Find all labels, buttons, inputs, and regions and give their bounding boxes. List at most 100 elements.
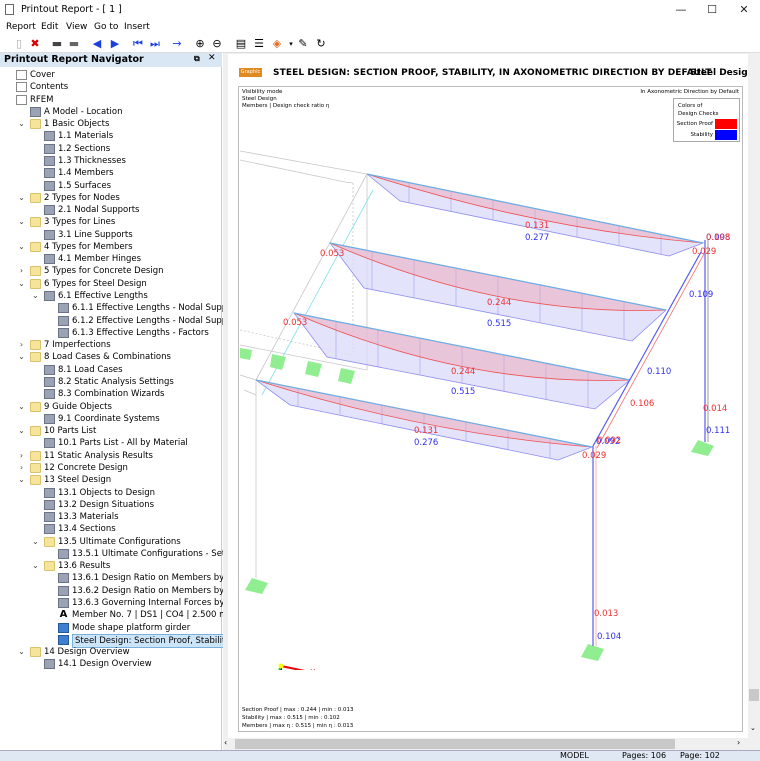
tree-item[interactable]: ⌄ 13.6 Results (0, 560, 222, 572)
chevron-right-icon[interactable]: › (17, 339, 26, 351)
chevron-right-icon[interactable]: › (17, 265, 26, 277)
refresh-icon[interactable]: ↻ (314, 37, 328, 51)
tree-item[interactable]: 10.1 Parts List - All by Material (0, 437, 222, 449)
chevron-down-icon[interactable]: ⌄ (17, 241, 26, 253)
tree-item[interactable]: 13.6.1 Design Ratio on Members by Sectio… (0, 572, 258, 584)
vertical-scrollbar[interactable]: ⌄ (748, 54, 760, 738)
scroll-thumb[interactable] (749, 689, 759, 701)
previous-icon[interactable]: ◀ (90, 37, 104, 51)
tree-item[interactable]: Mode shape platform girder (0, 622, 222, 634)
tree-item[interactable]: › 5 Types for Concrete Design (0, 265, 222, 277)
tree-item[interactable]: ⌄ 14 Design Overview (0, 646, 222, 658)
chevron-down-icon[interactable]: ⌄ (17, 192, 26, 204)
tree-item[interactable]: 4.1 Member Hinges (0, 253, 222, 265)
info-line: Members | Design check ratio η (242, 103, 330, 109)
tree-item[interactable]: 13.3 Materials (0, 511, 222, 523)
scroll-right-icon[interactable]: › (737, 738, 740, 747)
tree-item[interactable]: 1.4 Members (0, 167, 222, 179)
page-layout-icon[interactable]: ▤ (234, 37, 248, 51)
chevron-down-icon[interactable]: ⌄ (17, 401, 26, 413)
next-icon[interactable]: ▶ (108, 37, 122, 51)
tree-item[interactable]: 9.1 Coordinate Systems (0, 413, 222, 425)
tree-item[interactable]: 13.4 Sections (0, 523, 222, 535)
tree-item[interactable]: 6.1.1 Effective Lengths - Nodal Supports (0, 302, 244, 314)
header-settings-icon[interactable]: ☰ (252, 37, 266, 51)
chevron-down-icon[interactable]: ⌄ (31, 560, 40, 572)
tree-item[interactable]: Steel Design: Section Proof, Stability, … (0, 633, 264, 648)
print-icon[interactable]: ▬ (50, 37, 64, 51)
chevron-down-icon[interactable]: ⌄ (17, 425, 26, 437)
tree-item[interactable]: 13.1 Objects to Design (0, 487, 222, 499)
tree-item[interactable]: 6.1.3 Effective Lengths - Factors (0, 327, 222, 339)
chevron-right-icon[interactable]: › (17, 450, 26, 462)
minimize-icon[interactable]: — (674, 3, 688, 17)
chevron-down-icon[interactable]: ⌄ (17, 216, 26, 228)
scroll-left-icon[interactable]: ‹ (224, 738, 227, 747)
tree-item[interactable]: 1.3 Thicknesses (0, 155, 222, 167)
horizontal-scrollbar[interactable]: ‹ › (223, 738, 748, 750)
tree-item[interactable]: Cover (0, 69, 222, 81)
zoom-out-icon[interactable]: ⊖ (210, 37, 224, 51)
tree-item[interactable]: 1.5 Surfaces (0, 180, 222, 192)
maximize-icon[interactable]: ☐ (705, 3, 719, 17)
tree-item[interactable]: 8.2 Static Analysis Settings (0, 376, 222, 388)
tree-item[interactable]: ⌄ 10 Parts List (0, 425, 222, 437)
tree-item[interactable]: RFEM (0, 94, 222, 106)
tree-item[interactable]: 1.1 Materials (0, 130, 222, 142)
tree-item[interactable]: 1.2 Sections (0, 143, 222, 155)
menu-view[interactable]: View (66, 22, 87, 32)
close-navigator-icon[interactable]: ✕ (208, 53, 216, 63)
selection-icon[interactable]: ◈ (270, 37, 284, 51)
zoom-in-icon[interactable]: ⊕ (193, 37, 207, 51)
tree-item[interactable]: A Member No. 7 | DS1 | CO4 | 2.500 m | ST… (0, 609, 260, 621)
float-icon[interactable]: ⧉ (194, 54, 200, 64)
tree-item[interactable]: › 12 Concrete Design (0, 462, 222, 474)
chevron-down-icon[interactable]: ⌄ (17, 278, 26, 290)
tree-item[interactable]: 13.5.1 Ultimate Configurations - Setting… (0, 548, 246, 560)
new-page-icon[interactable]: ▯ (12, 37, 26, 51)
chevron-down-icon[interactable]: ⌄ (17, 646, 26, 658)
scroll-down-icon[interactable]: ⌄ (750, 724, 756, 732)
tree-item[interactable]: 14.1 Design Overview (0, 658, 222, 670)
tree-item[interactable]: › 7 Imperfections (0, 339, 222, 351)
menu-insert[interactable]: Insert (124, 22, 150, 32)
tree-item[interactable]: ⌄ 3 Types for Lines (0, 216, 222, 228)
tree-item[interactable]: ⌄ 8 Load Cases & Combinations (0, 351, 222, 363)
chevron-down-icon[interactable]: ⌄ (17, 474, 26, 486)
tree-item[interactable]: 8.1 Load Cases (0, 364, 222, 376)
tree-item[interactable]: Contents (0, 81, 222, 93)
go-to-page-icon[interactable]: → (170, 37, 184, 51)
tree-item[interactable]: ⌄ 6.1 Effective Lengths (0, 290, 222, 302)
menu-go-to[interactable]: Go to (94, 22, 118, 32)
tree-item[interactable]: 13.6.2 Design Ratio on Members by Member (0, 585, 262, 597)
tree-item[interactable]: ⌄ 9 Guide Objects (0, 401, 222, 413)
chevron-down-icon[interactable]: ⌄ (31, 536, 40, 548)
tree-item[interactable]: 8.3 Combination Wizards (0, 388, 222, 400)
last-icon[interactable]: ⏭ (148, 37, 162, 51)
tree-item[interactable]: 13.2 Design Situations (0, 499, 222, 511)
tree-item[interactable]: › 11 Static Analysis Results (0, 450, 222, 462)
menu-edit[interactable]: Edit (41, 22, 58, 32)
chevron-down-icon[interactable]: ⌄ (31, 290, 40, 302)
delete-page-icon[interactable]: ✖ (28, 37, 42, 51)
tree-item[interactable]: ⌄ 13 Steel Design (0, 474, 222, 486)
tree-item[interactable]: ⌄ 4 Types for Members (0, 241, 222, 253)
tree-item[interactable]: ⌄ 1 Basic Objects (0, 118, 222, 130)
chevron-down-icon[interactable]: ⌄ (17, 118, 26, 130)
tree-item[interactable]: A Model - Location (0, 106, 222, 118)
tree-item[interactable]: ⌄ 6 Types for Steel Design (0, 278, 222, 290)
tree-item[interactable]: 3.1 Line Supports (0, 229, 222, 241)
print-preview-icon[interactable]: ▬ (67, 37, 81, 51)
tree-item[interactable]: ⌄ 13.5 Ultimate Configurations (0, 536, 222, 548)
tree-item[interactable]: 6.1.2 Effective Lengths - Nodal Supports… (0, 315, 260, 327)
tree-item[interactable]: 13.6.3 Governing Internal Forces by Memb… (0, 597, 262, 609)
menu-report[interactable]: Report (6, 22, 36, 32)
tree-item[interactable]: ⌄ 2 Types for Nodes (0, 192, 222, 204)
chevron-right-icon[interactable]: › (17, 462, 26, 474)
close-icon[interactable]: ✕ (737, 3, 751, 17)
first-icon[interactable]: ⏮ (131, 37, 145, 51)
tree-item[interactable]: 2.1 Nodal Supports (0, 204, 222, 216)
edit-icon[interactable]: ✎ (296, 37, 310, 51)
scroll-thumb[interactable] (235, 739, 675, 749)
chevron-down-icon[interactable]: ⌄ (17, 351, 26, 363)
